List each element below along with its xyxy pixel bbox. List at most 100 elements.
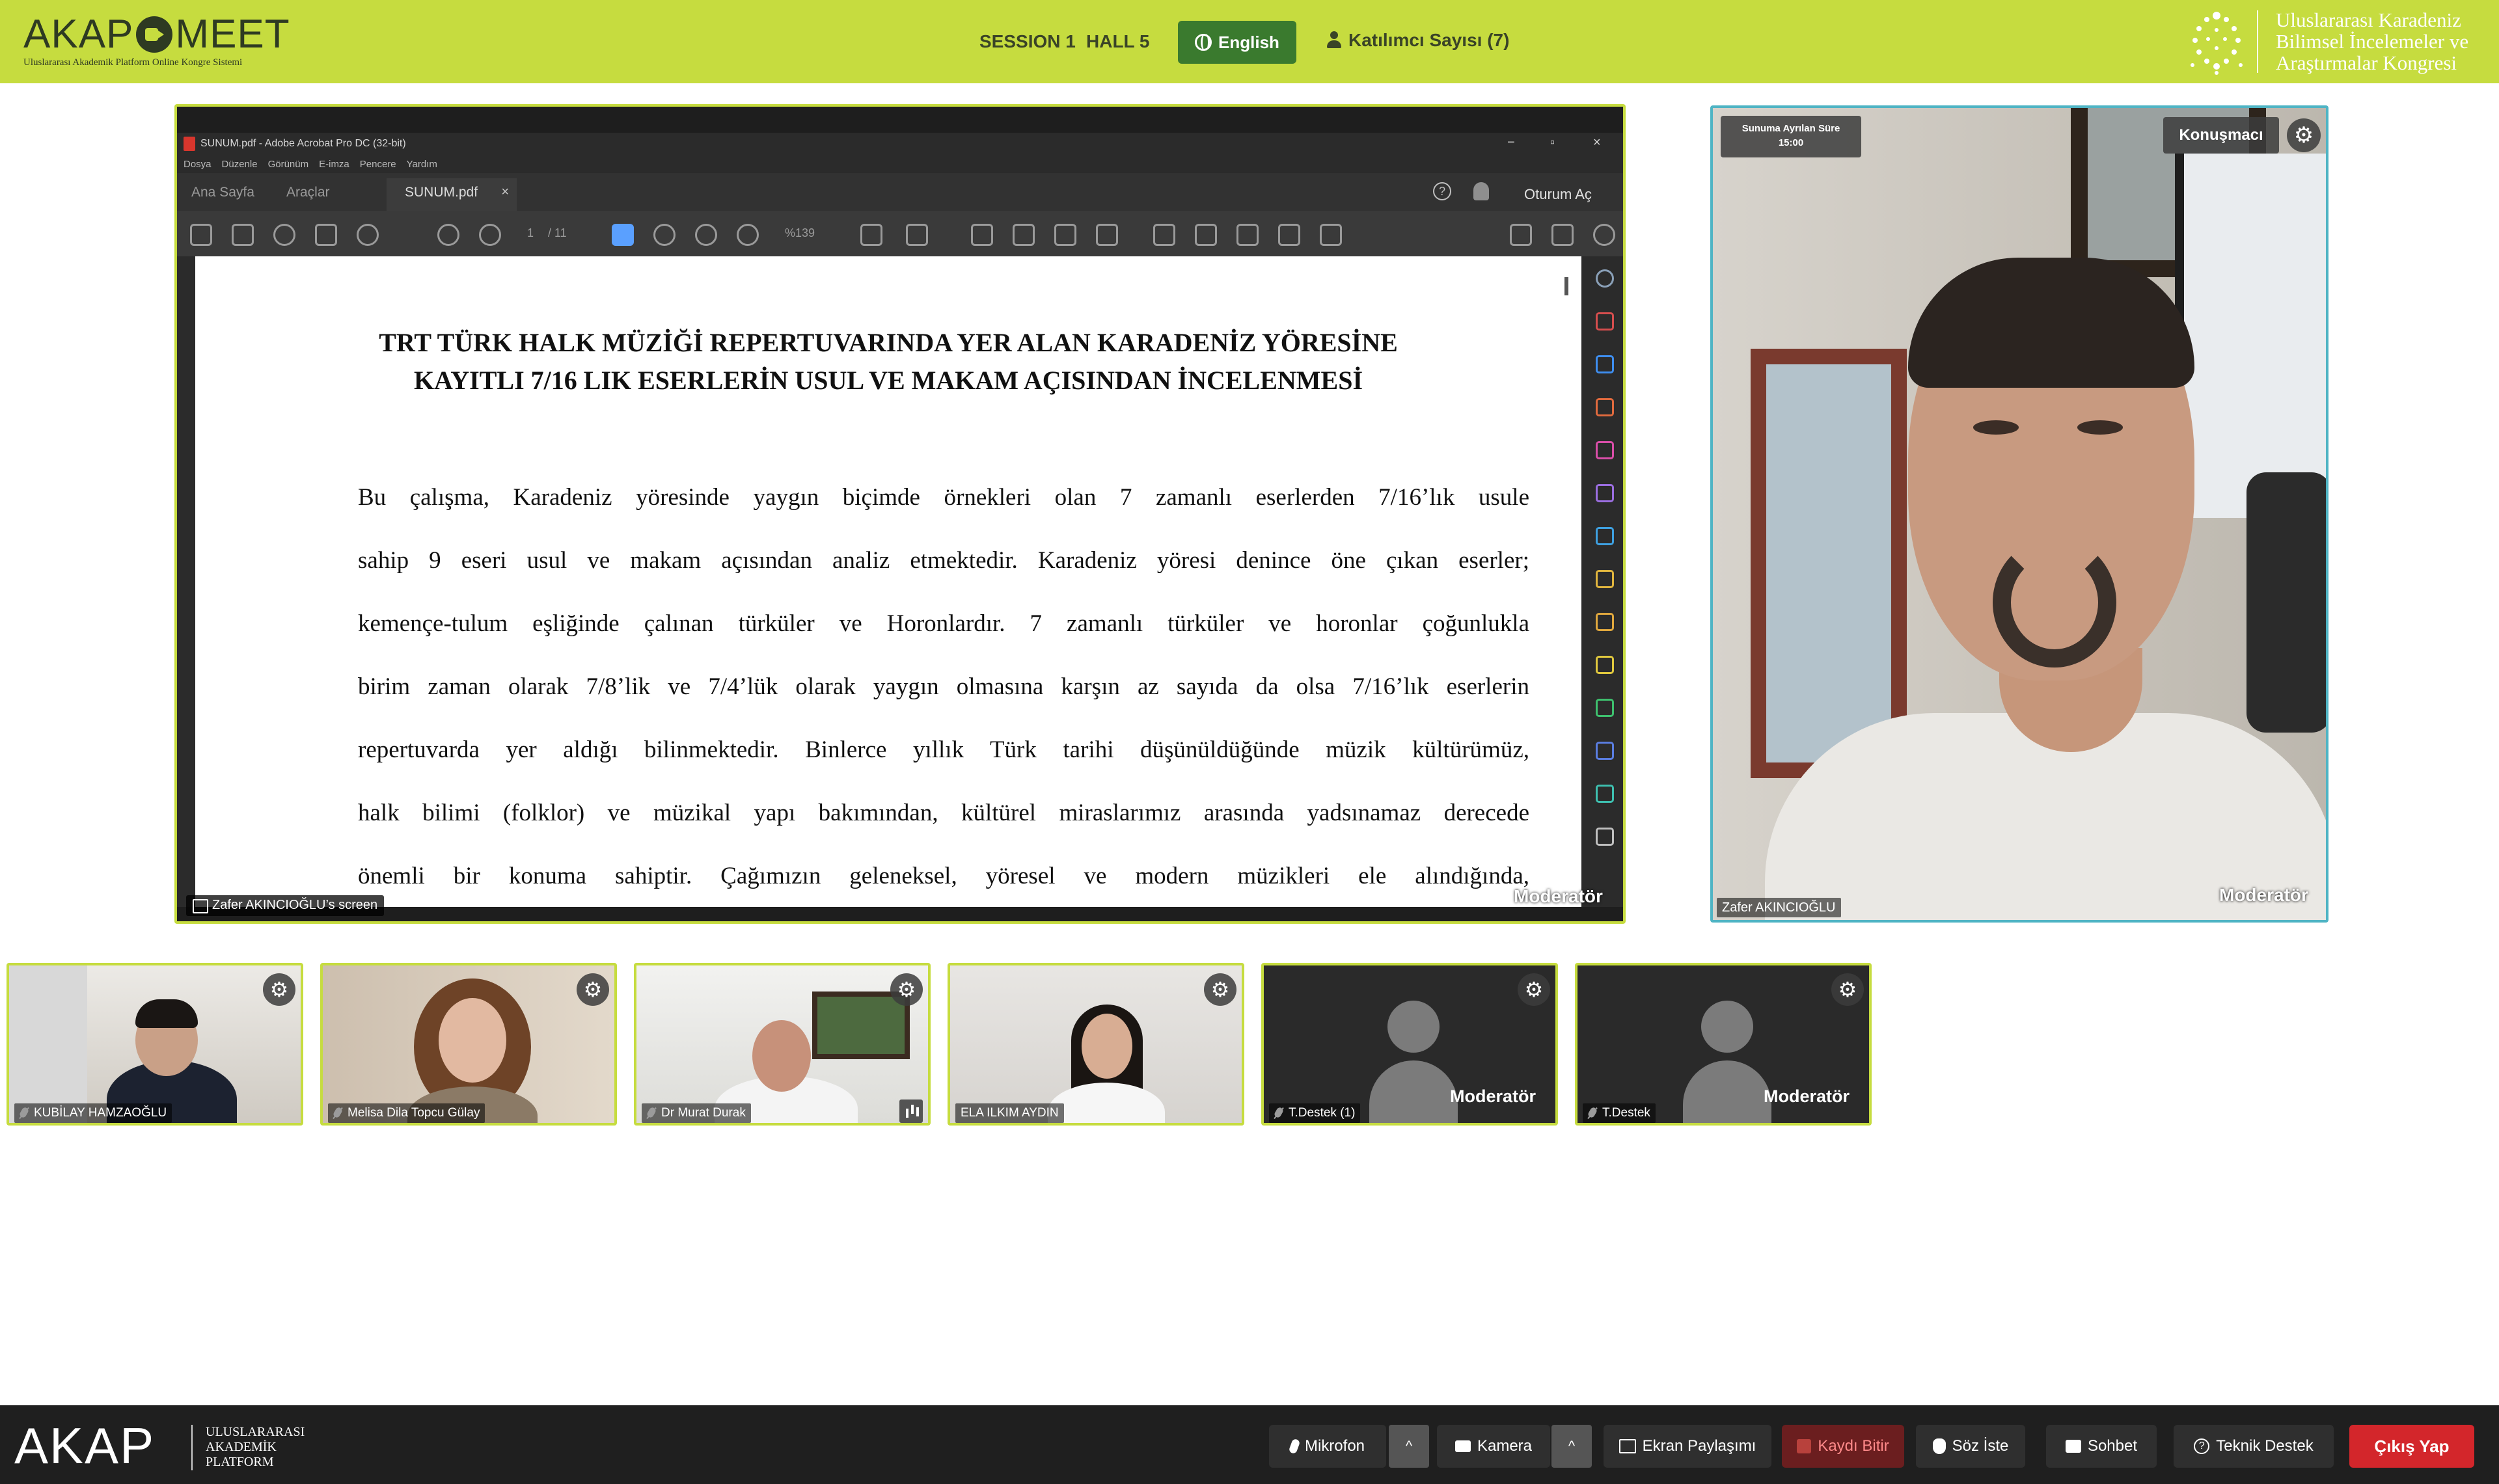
globe-icon (1195, 34, 1212, 51)
speaker-eye (1973, 420, 2019, 435)
close-icon: × (1593, 135, 1601, 150)
acrobat-window-title: SUNUM.pdf - Adobe Acrobat Pro DC (32-bit… (200, 138, 406, 149)
presentation-time-badge: Sunuma Ayrılan Süre 15:00 (1721, 116, 1861, 157)
akap-logo: AKAP (14, 1417, 156, 1474)
acrobat-tab-bar: Ana Sayfa Araçlar SUNUM.pdf × ? Oturum A… (177, 173, 1623, 211)
page-down-icon (479, 224, 501, 246)
screen-share-panel[interactable]: SUNUM.pdf - Adobe Acrobat Pro DC (32-bit… (174, 104, 1626, 924)
chat-button[interactable]: Sohbet (2046, 1425, 2157, 1468)
bell-icon (1473, 182, 1489, 200)
menu-gorunum: Görünüm (267, 158, 309, 170)
export-icon (1320, 224, 1342, 246)
participant-tile[interactable]: Melisa Dila Topcu Gülay (320, 963, 617, 1126)
participant-tile[interactable]: Moderatör T.Destek (1575, 963, 1872, 1126)
document-line: repertuvarda yer aldığı bilinmektedir. B… (358, 736, 1529, 763)
camera-button[interactable]: Kamera (1437, 1425, 1550, 1468)
participant-tile[interactable]: Moderatör T.Destek (1) (1261, 963, 1558, 1126)
participant-tile[interactable]: Dr Murat Durak (634, 963, 931, 1126)
speaker-name-label: Zafer AKINCIOĞLU (1717, 898, 1841, 917)
fill-icon (1596, 484, 1614, 502)
speaker-beard (1993, 537, 2116, 668)
screen-moderator-tag: Moderatör (1514, 886, 1603, 906)
session-label: SESSION 1 (979, 31, 1076, 51)
avatar-placeholder-icon (1701, 1001, 1753, 1053)
tab-document-label: SUNUM.pdf (405, 185, 478, 200)
speaker-role-badge: Konuşmacı (2163, 117, 2279, 154)
participant-settings-gear-icon[interactable] (263, 973, 295, 1006)
participant-settings-gear-icon[interactable] (1518, 973, 1550, 1006)
participant-settings-gear-icon[interactable] (1831, 973, 1864, 1006)
video-camera-icon (136, 16, 173, 53)
bottom-control-bar: AKAP ULUSLARARASI AKADEMİK PLATFORM Mikr… (0, 1405, 2499, 1484)
participant-name-label: Dr Murat Durak (642, 1103, 751, 1123)
camera-options-chevron-up-icon[interactable]: ^ (1551, 1425, 1592, 1468)
top-header: AKAP MEET Uluslararası Akademik Platform… (0, 0, 2499, 83)
acrobat-tools-rail (1581, 256, 1623, 907)
tech-support-label: Teknik Destek (2216, 1437, 2314, 1455)
pen-icon (971, 224, 993, 246)
fit-page-icon (860, 224, 882, 246)
participant-tile[interactable]: ELA ILKIM AYDIN (948, 963, 1244, 1126)
audio-level-icon (899, 1100, 923, 1123)
pdf-scrollbar (1564, 277, 1568, 295)
screen-share-button[interactable]: Ekran Paylaşımı (1604, 1425, 1771, 1468)
akap-logo-subtitle: ULUSLARARASI AKADEMİK PLATFORM (206, 1425, 305, 1470)
sign-in-label: Oturum Aç (1524, 186, 1592, 202)
document-line: Bu çalışma, Karadeniz yöresinde yaygın b… (358, 484, 1529, 511)
raise-hand-label: Söz İste (1952, 1437, 2009, 1455)
create-pdf-icon (1596, 355, 1614, 373)
camera-label: Kamera (1477, 1437, 1533, 1455)
upload-icon (273, 224, 295, 246)
speaker-settings-gear-icon[interactable] (2287, 118, 2321, 152)
email-icon (1551, 224, 1574, 246)
language-button[interactable]: English (1178, 21, 1296, 64)
send-icon (1596, 527, 1614, 545)
menu-pencere: Pencere (359, 158, 396, 170)
exit-button[interactable]: Çıkış Yap (2349, 1425, 2474, 1468)
speaker-window (2175, 154, 2326, 518)
participant-name-label: ELA ILKIM AYDIN (955, 1103, 1064, 1123)
akap-sub-line-3: PLATFORM (206, 1455, 274, 1469)
microphone-icon (1288, 1438, 1301, 1455)
camera-icon (1454, 1440, 1471, 1452)
tab-close-icon: × (501, 185, 509, 199)
raise-hand-button[interactable]: Söz İste (1916, 1425, 2025, 1468)
more-tools-icon (1596, 828, 1614, 846)
person-icon (1326, 31, 1342, 49)
star-icon (232, 224, 254, 246)
avatar-placeholder-icon (1387, 1001, 1440, 1053)
participant-tile[interactable]: KUBİLAY HAMZAOĞLU (7, 963, 303, 1126)
participant-settings-gear-icon[interactable] (890, 973, 923, 1006)
share-user-icon (1593, 224, 1615, 246)
participant-head (1082, 1014, 1132, 1079)
document-body: Bu çalışma, Karadeniz yöresinde yaygın b… (358, 466, 1529, 907)
participant-count[interactable]: Katılımcı Sayısı (7) (1326, 30, 1509, 51)
speaker-video-panel[interactable]: Sunuma Ayrılan Süre 15:00 Konuşmacı Zafe… (1710, 105, 2328, 923)
language-label: English (1218, 32, 1279, 52)
congress-dots-logo-icon (2191, 12, 2243, 75)
logo-subtitle: Uluslararası Akademik Platform Online Ko… (23, 57, 243, 68)
screen-share-label: Ekran Paylaşımı (1642, 1437, 1756, 1455)
presentation-time-value: 15:00 (1778, 137, 1804, 148)
print-icon (315, 224, 337, 246)
comment-icon (1013, 224, 1035, 246)
pdf-file-icon (184, 137, 195, 151)
tech-support-button[interactable]: ? Teknik Destek (2174, 1425, 2334, 1468)
chat-icon (2065, 1440, 2081, 1453)
tab-document: SUNUM.pdf × (387, 178, 517, 211)
microphone-button[interactable]: Mikrofon (1269, 1425, 1386, 1468)
minimize-icon: − (1507, 135, 1515, 150)
congress-title-line-2: Bilimsel İncelemeler ve (2276, 30, 2469, 53)
akap-sub-line-1: ULUSLARARASI (206, 1425, 305, 1439)
logo-divider (191, 1425, 193, 1470)
help-icon: ? (1433, 182, 1451, 200)
speaker-moderator-tag: Moderatör (2219, 885, 2308, 905)
edit-pdf-icon (1596, 441, 1614, 459)
microphone-options-chevron-up-icon[interactable]: ^ (1389, 1425, 1429, 1468)
participant-settings-gear-icon[interactable] (1204, 973, 1236, 1006)
participant-head (752, 1020, 811, 1092)
participant-settings-gear-icon[interactable] (577, 973, 609, 1006)
speaker-eye (2077, 420, 2123, 435)
stop-recording-button[interactable]: Kaydı Bitir (1782, 1425, 1904, 1468)
document-line: halk bilimi (folklor) ve müzikal yapı ba… (358, 800, 1529, 826)
